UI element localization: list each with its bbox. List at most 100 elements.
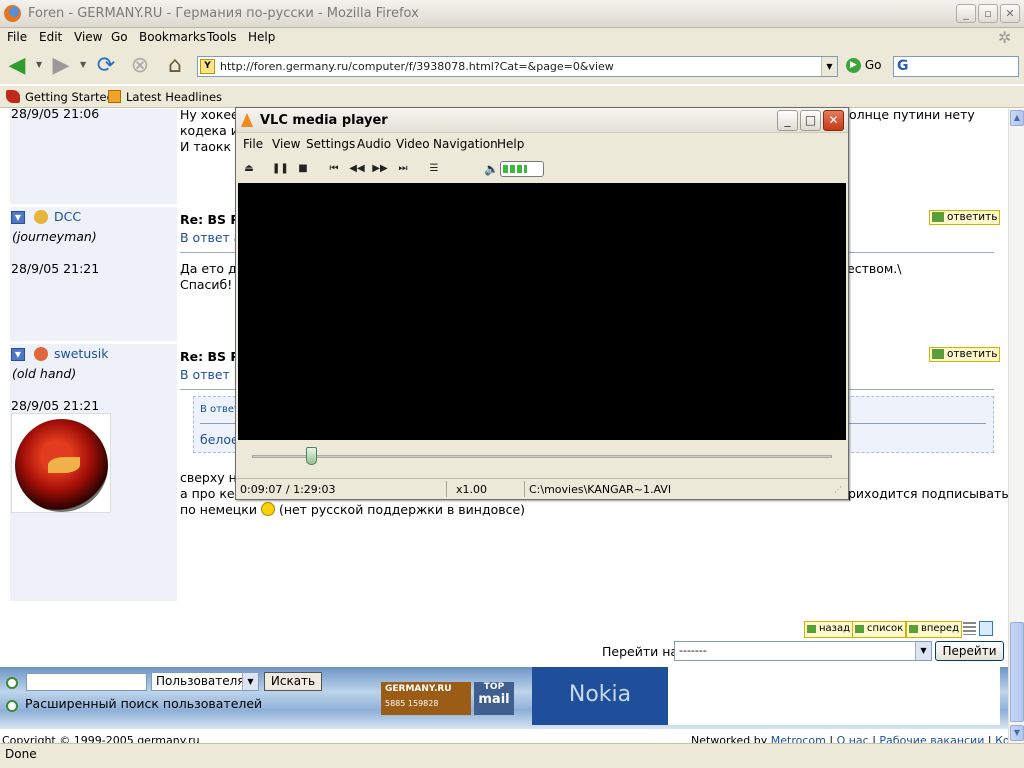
close-button[interactable]: ✕ xyxy=(1000,4,1020,23)
thread-view-icons[interactable] xyxy=(963,621,993,637)
stop-icon[interactable]: ■ xyxy=(295,162,311,176)
menu-edit[interactable]: Edit xyxy=(39,30,62,44)
seek-track[interactable] xyxy=(252,455,832,458)
footer-link-contact[interactable]: Контакт xyxy=(995,734,1008,743)
vlc-titlebar[interactable]: VLC media player _ □ ✕ xyxy=(236,108,848,133)
browser-titlebar: Foren - GERMANY.RU - Германия по-русски … xyxy=(0,0,1024,28)
rewind-icon[interactable]: ◀◀ xyxy=(349,162,365,176)
forward-history-chevron-icon[interactable]: ▼ xyxy=(80,60,86,69)
page-scrollbar[interactable]: ▲ ▼ xyxy=(1008,109,1024,743)
menu-view[interactable]: View xyxy=(74,30,102,44)
counter-b: 159828 xyxy=(407,699,439,708)
speaker-icon[interactable]: 🔈 xyxy=(484,162,499,176)
post2-reply-to-link[interactable]: В ответ а xyxy=(180,230,241,245)
home-icon[interactable]: ⌂ xyxy=(162,53,188,79)
resize-grip-icon[interactable]: ⋰ xyxy=(834,485,842,494)
stop-icon[interactable]: ⊗ xyxy=(127,53,153,79)
post2-time: 28/9/05 21:21 xyxy=(11,261,100,276)
menu-go[interactable]: Go xyxy=(111,30,128,44)
post2-down-arrow-icon[interactable]: ▼ xyxy=(11,211,25,224)
extended-search-icon xyxy=(6,700,18,712)
forward-arrow-icon[interactable]: ▶ xyxy=(48,53,74,79)
search-type-select[interactable]: Пользователя ▼ xyxy=(151,672,259,691)
post3-username[interactable]: swetusik xyxy=(54,346,108,361)
goto-forum-select[interactable]: ------- ▼ xyxy=(674,641,932,661)
eject-icon[interactable]: ⏏ xyxy=(241,162,257,176)
top-mail-logo[interactable]: TOP mail xyxy=(474,682,514,715)
user-search-input[interactable] xyxy=(26,673,147,691)
post2-reply-button[interactable]: ответить xyxy=(929,210,1001,225)
search-type-value: Пользователя xyxy=(156,674,245,688)
chevron-down-icon[interactable]: ▼ xyxy=(242,673,258,690)
go-arrow-icon: ▶ xyxy=(846,58,861,73)
fast-forward-icon[interactable]: ▶▶ xyxy=(372,162,388,176)
vlc-menu-audio[interactable]: Audio xyxy=(357,137,391,151)
volume-slider[interactable] xyxy=(500,161,544,177)
post3-down-arrow-icon[interactable]: ▼ xyxy=(11,348,25,361)
pause-icon[interactable]: ❚❚ xyxy=(272,162,289,176)
post2-username[interactable]: DCC xyxy=(54,209,81,224)
vlc-video-area[interactable] xyxy=(238,183,846,440)
back-arrow-icon[interactable]: ◀ xyxy=(4,53,30,79)
google-icon[interactable]: G xyxy=(897,58,909,74)
back-history-chevron-icon[interactable]: ▼ xyxy=(36,60,42,69)
nav-back-link[interactable]: назад xyxy=(804,621,854,638)
vlc-close-button[interactable]: ✕ xyxy=(823,110,844,131)
post3-text-line3-start: по немецки xyxy=(180,502,257,517)
footer-link-metrocom[interactable]: Metrocom xyxy=(771,734,826,743)
nav-list-link[interactable]: список xyxy=(852,621,907,638)
reload-icon[interactable]: ⟳ xyxy=(93,53,119,79)
post3-reply-to-link[interactable]: В ответ D xyxy=(180,367,243,382)
menu-help[interactable]: Help xyxy=(248,30,275,44)
status-bar: Done xyxy=(0,743,1024,768)
menu-tools[interactable]: Tools xyxy=(207,30,237,44)
maximize-button[interactable]: ▫ xyxy=(978,4,998,23)
post2-user-icon xyxy=(34,210,48,224)
extended-search-link[interactable]: Расширенный поиск пользователей xyxy=(25,696,262,711)
search-button[interactable]: Искать xyxy=(264,672,322,691)
chevron-down-icon[interactable]: ▼ xyxy=(915,642,931,660)
search-icon xyxy=(6,677,18,689)
vlc-menu-help[interactable]: Help xyxy=(497,137,524,151)
vlc-minimize-button[interactable]: _ xyxy=(777,110,798,131)
vlc-menu-settings[interactable]: Settings xyxy=(306,137,355,151)
vlc-menu-video[interactable]: Video xyxy=(396,137,430,151)
url-text[interactable]: http://foren.germany.ru/computer/f/39380… xyxy=(220,60,614,73)
post1-text-line2: кодека и xyxy=(180,123,239,138)
nav-forward-link[interactable]: вперед xyxy=(906,621,962,638)
scroll-down-icon[interactable]: ▼ xyxy=(1010,725,1024,741)
bookmark-getting-started[interactable]: Getting Started xyxy=(6,90,114,104)
logo-title: GERMANY.RU xyxy=(385,684,452,694)
go-button[interactable]: ▶ Go xyxy=(846,58,881,73)
post3-reply-button[interactable]: ответить xyxy=(929,347,1001,362)
post3-text-line2-start: а про кен xyxy=(180,486,243,501)
flat-view-icon[interactable] xyxy=(963,622,976,635)
scroll-up-icon[interactable]: ▲ xyxy=(1010,110,1024,126)
minimize-button[interactable]: _ xyxy=(956,4,976,23)
vlc-menu-view[interactable]: View xyxy=(272,137,300,151)
post3-title: Re: BS P xyxy=(180,349,240,364)
seek-slider-handle[interactable] xyxy=(305,447,317,465)
footer-link-about[interactable]: О нас xyxy=(837,734,869,743)
bookmark-latest-headlines[interactable]: Latest Headlines xyxy=(108,90,222,104)
ad-area xyxy=(668,667,1000,725)
nokia-ad[interactable]: Nokia xyxy=(532,667,668,725)
post3-text-line2-end: риходится подписывать xyxy=(848,486,1008,501)
germany-ru-counter-logo[interactable]: GERMANY.RU 5885 159828 xyxy=(381,682,471,715)
vlc-maximize-button[interactable]: □ xyxy=(800,110,821,131)
tree-view-icon[interactable] xyxy=(979,621,993,636)
playlist-icon[interactable]: ☰ xyxy=(426,162,442,176)
url-dropdown-icon[interactable]: ▼ xyxy=(821,57,837,76)
vlc-menu-file[interactable]: File xyxy=(243,137,263,151)
goto-button[interactable]: Перейти xyxy=(935,641,1004,661)
vlc-menu-navigation[interactable]: Navigation xyxy=(433,137,498,151)
next-icon[interactable]: ⏭ xyxy=(395,162,411,176)
scroll-thumb[interactable] xyxy=(1010,622,1024,722)
footer-link-jobs[interactable]: Рабочие вакансии xyxy=(879,734,984,743)
counter-a: 5885 xyxy=(385,699,406,708)
search-engine-box[interactable]: G xyxy=(893,56,1019,77)
menu-bookmarks[interactable]: Bookmarks xyxy=(139,30,206,44)
url-bar[interactable]: Y http://foren.germany.ru/computer/f/393… xyxy=(197,56,838,77)
menu-file[interactable]: File xyxy=(7,30,27,44)
previous-icon[interactable]: ⏮ xyxy=(326,162,342,176)
